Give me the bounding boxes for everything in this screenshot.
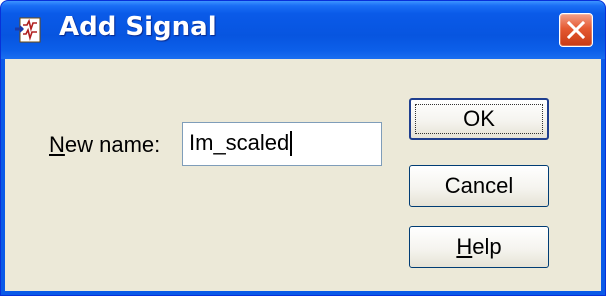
focus-ring xyxy=(415,104,543,134)
text-caret xyxy=(290,130,293,156)
close-icon xyxy=(567,21,585,39)
new-name-input[interactable]: Im_scaled xyxy=(182,122,382,166)
ok-button[interactable]: OK xyxy=(409,98,549,140)
cancel-label: Cancel xyxy=(444,173,514,198)
new-name-label: New name: xyxy=(49,132,160,158)
dialog-body: New name: Im_scaled OK Cancel Help xyxy=(5,59,601,291)
help-mnemonic: H xyxy=(456,234,473,259)
help-label: elp xyxy=(472,234,502,259)
signal-editor-icon xyxy=(14,17,42,43)
help-button[interactable]: Help xyxy=(409,226,549,268)
close-button[interactable] xyxy=(559,13,593,47)
new-name-value: Im_scaled xyxy=(189,130,290,155)
label-mnemonic: N xyxy=(49,132,65,157)
cancel-button[interactable]: Cancel xyxy=(409,165,549,207)
dialog-title: Add Signal xyxy=(59,12,217,42)
add-signal-dialog: Add Signal New name: Im_scaled OK Cancel… xyxy=(0,0,606,296)
title-bar[interactable]: Add Signal xyxy=(1,1,605,59)
label-text: ew name: xyxy=(64,132,161,157)
